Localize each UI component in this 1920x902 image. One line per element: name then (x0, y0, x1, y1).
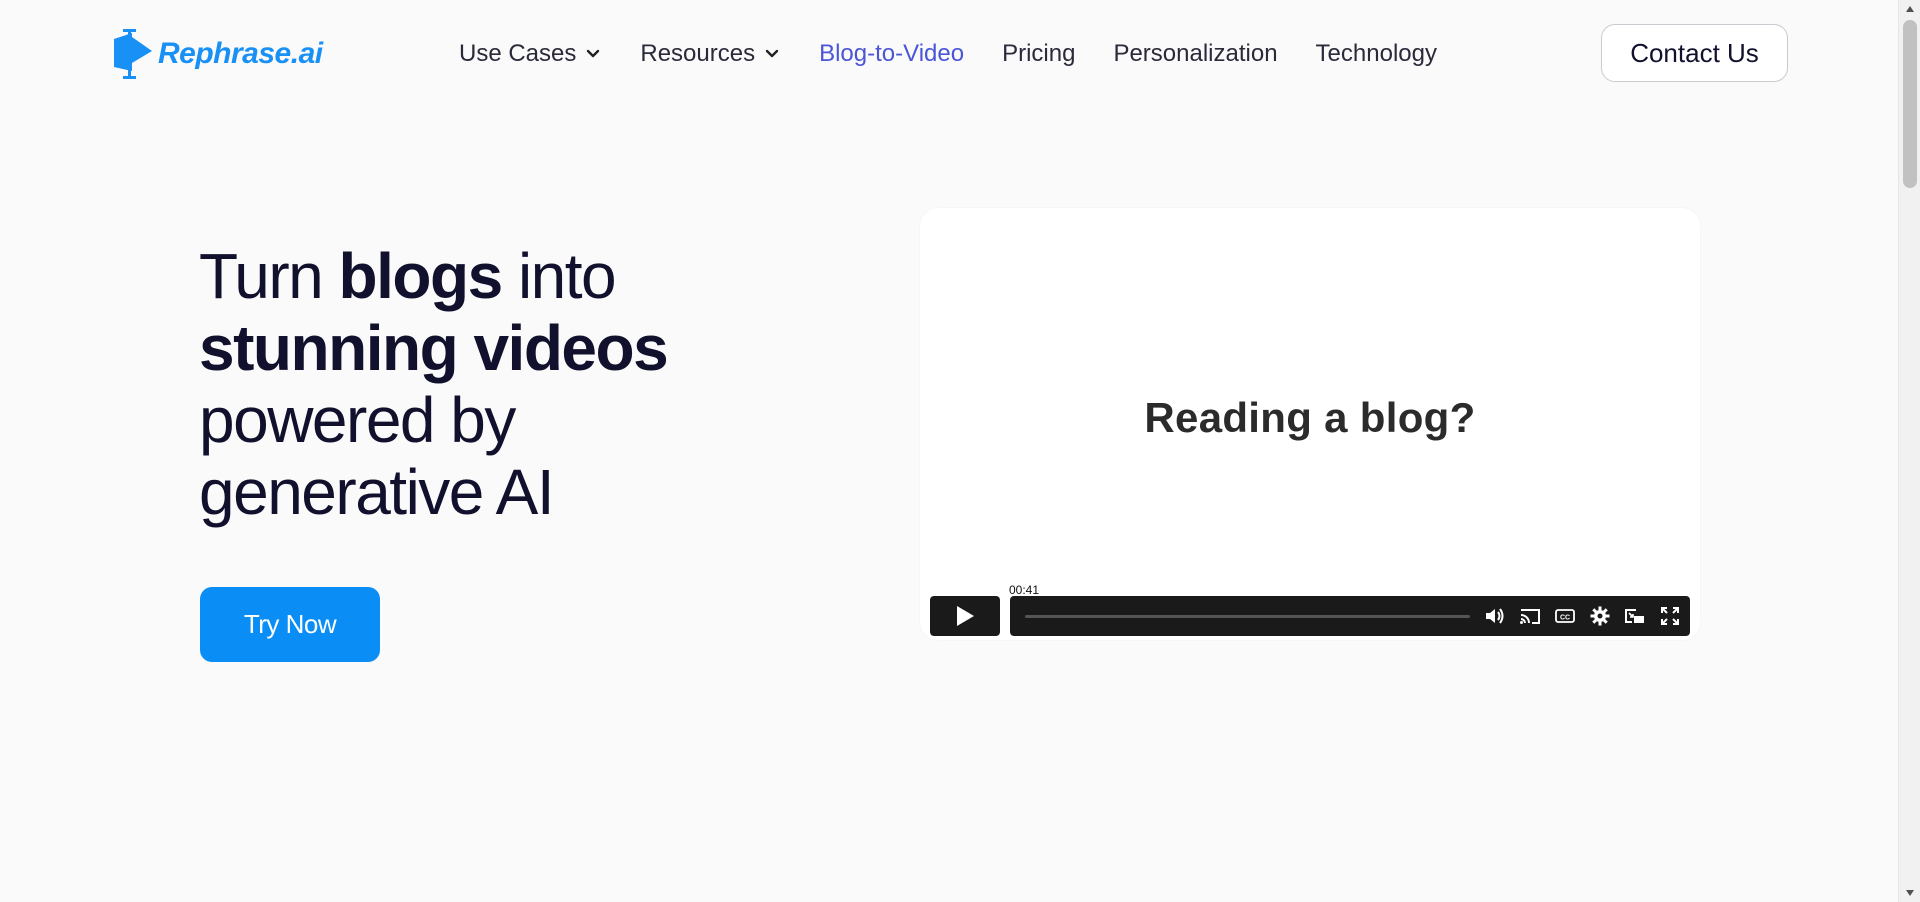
rephrase-logo-icon (114, 29, 152, 79)
scroll-up-arrow-icon[interactable] (1899, 0, 1920, 18)
nav-use-cases[interactable]: Use Cases (459, 40, 602, 68)
page-scrollbar[interactable] (1898, 0, 1920, 902)
settings-icon[interactable] (1588, 604, 1612, 628)
logo-text: Rephrase.ai (158, 37, 323, 70)
nav-technology[interactable]: Technology (1316, 40, 1437, 68)
hero-line1-post: into (501, 240, 617, 312)
svg-text:CC: CC (1560, 615, 1570, 622)
hero-line1: Turn blogs into (199, 240, 617, 312)
nav-resources[interactable]: Resources (640, 40, 781, 68)
progress-track[interactable] (1025, 615, 1470, 618)
nav-resources-label: Resources (640, 40, 756, 67)
picture-in-picture-icon[interactable] (1623, 604, 1647, 628)
nav-personalization-label: Personalization (1113, 40, 1278, 67)
hero-line2: stunning videos (199, 312, 669, 384)
hero-line1-bold: blogs (338, 240, 504, 312)
video-player[interactable]: Reading a blog? 00:41 CC (920, 208, 1700, 640)
hero-line3: powered by (199, 384, 516, 456)
main-nav: Use Cases Resources Blog-to-Video Pricin… (459, 34, 1475, 74)
hero-title: Turn blogs into stunning videos powered … (199, 240, 759, 528)
fullscreen-icon[interactable] (1658, 604, 1682, 628)
nav-personalization[interactable]: Personalization (1113, 40, 1277, 68)
site-header: Rephrase.ai Use Cases Resources Blog-to-… (0, 0, 1898, 106)
nav-use-cases-label: Use Cases (459, 40, 577, 67)
control-icons: CC (1483, 596, 1682, 636)
scrollbar-thumb[interactable] (1903, 20, 1917, 188)
chevron-down-icon (587, 49, 600, 58)
play-button[interactable] (930, 596, 1000, 636)
page: Rephrase.ai Use Cases Resources Blog-to-… (0, 0, 1920, 902)
nav-technology-label: Technology (1315, 40, 1437, 67)
chevron-down-icon (765, 49, 779, 58)
video-caption: Reading a blog? (1144, 394, 1476, 441)
nav-pricing-label: Pricing (1002, 40, 1076, 67)
scroll-down-arrow-icon[interactable] (1899, 884, 1920, 902)
hero-line1-pre: Turn (199, 240, 339, 312)
video-control-bar: CC (1010, 596, 1690, 636)
nav-blog-to-video[interactable]: Blog-to-Video (819, 40, 964, 68)
cast-icon[interactable] (1518, 604, 1542, 628)
try-now-button[interactable]: Try Now (200, 587, 380, 662)
captions-icon[interactable]: CC (1553, 604, 1577, 628)
volume-icon[interactable] (1483, 604, 1507, 628)
nav-blog-to-video-label: Blog-to-Video (819, 40, 965, 67)
play-icon (957, 606, 974, 626)
contact-us-button[interactable]: Contact Us (1601, 24, 1788, 82)
nav-pricing[interactable]: Pricing (1002, 40, 1075, 68)
hero-line4: generative AI (199, 456, 555, 528)
logo[interactable]: Rephrase.ai (110, 26, 323, 82)
